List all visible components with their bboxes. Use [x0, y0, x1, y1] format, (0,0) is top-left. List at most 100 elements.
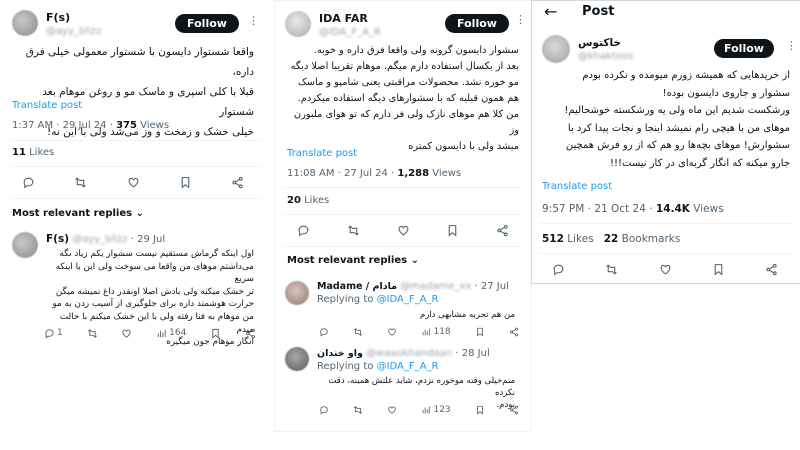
reply-reply-button[interactable]: 1: [44, 328, 63, 339]
reply-views[interactable]: 164: [156, 328, 186, 339]
reply-action-bar: 118: [319, 325, 519, 339]
reply-text-line: منم‌خیلی وقته موخوره نزدم، شاید علتش همی…: [328, 376, 515, 398]
retweet-icon[interactable]: [87, 328, 98, 339]
reply-author-handle[interactable]: @ayy_blizz: [72, 234, 127, 245]
reply-views[interactable]: 118: [421, 327, 451, 337]
bookmark-icon[interactable]: [179, 176, 192, 189]
follow-button[interactable]: Follow: [445, 14, 509, 33]
author-handle[interactable]: @ayy_blizz: [46, 26, 101, 37]
retweet-icon[interactable]: [347, 224, 360, 237]
reply-icon[interactable]: [297, 224, 310, 237]
reply-text-line: تر خشک میکنه ولی بادش اصلا اونقدر داغ نم…: [55, 286, 254, 297]
more-icon[interactable]: ⋮: [515, 13, 526, 26]
translate-post-link[interactable]: Translate post: [12, 100, 82, 111]
back-arrow-icon[interactable]: ←: [544, 2, 557, 21]
share-icon[interactable]: [509, 405, 519, 415]
tweet-text-line: سشوارش! موهای بچه‌ها رو هم که از رو فرش …: [565, 140, 790, 151]
views-icon: [423, 328, 431, 336]
reply-author-handle[interactable]: @waaokhandaan: [366, 348, 452, 359]
bookmarks-stat[interactable]: 22 Bookmarks: [604, 233, 681, 245]
reply-date[interactable]: · 27 Jul: [475, 281, 509, 292]
reply-avatar[interactable]: [12, 232, 38, 258]
divider: [283, 187, 523, 188]
likes-stat[interactable]: 11 Likes: [12, 147, 54, 158]
replies-sort-dropdown[interactable]: Most relevant replies ⌄: [287, 255, 419, 266]
reply-views-count: 164: [169, 328, 187, 338]
post-meta: 1:37 AM · 29 Jul 24 · 375 Views: [12, 120, 169, 131]
replies-sort-dropdown[interactable]: Most relevant replies ⌄: [12, 208, 144, 219]
bookmark-icon[interactable]: [446, 224, 459, 237]
bookmark-icon[interactable]: [712, 263, 725, 276]
reply-date[interactable]: · 28 Jul: [455, 348, 489, 359]
author-name[interactable]: خاکتوس: [578, 37, 621, 49]
likes-label: Likes: [25, 147, 55, 158]
share-icon[interactable]: [245, 328, 256, 339]
avatar[interactable]: [12, 10, 38, 36]
like-icon[interactable]: [659, 263, 672, 276]
replies-sort-label: Most relevant replies: [287, 255, 408, 266]
more-icon[interactable]: ⋮: [786, 39, 797, 52]
like-icon[interactable]: [397, 224, 410, 237]
reply-author-name[interactable]: F(s): [46, 233, 69, 245]
reply-text-line: حرارت هوشمند داره برای جلوگیری از آسیب ز…: [52, 299, 254, 310]
reply-author-name[interactable]: Madame / مادام: [317, 281, 397, 292]
reply-icon[interactable]: [319, 327, 329, 337]
likes-stat[interactable]: 20 Likes: [287, 195, 329, 206]
post-time[interactable]: 11:08 AM · 27 Jul 24 ·: [287, 168, 397, 179]
reply-views[interactable]: 123: [421, 405, 451, 415]
retweet-icon[interactable]: [605, 263, 618, 276]
reply-views-count: 118: [433, 327, 451, 337]
tweet-text-line: ورشکست شدیم این ماه ولی یه ورشکسته خوشحا…: [564, 105, 790, 116]
reply-avatar[interactable]: [285, 281, 309, 305]
author-name[interactable]: IDA FAR: [319, 12, 368, 25]
likes-stat[interactable]: 512 Likes: [542, 233, 594, 245]
likes-count: 512: [542, 233, 564, 245]
author-handle[interactable]: @khaktoos: [578, 51, 633, 62]
post-meta: 11:08 AM · 27 Jul 24 · 1,288 Views: [287, 168, 461, 179]
reply-avatar[interactable]: [285, 347, 309, 371]
like-icon[interactable]: [127, 176, 140, 189]
views-count: 1,288: [397, 168, 430, 179]
avatar[interactable]: [542, 35, 570, 63]
retweet-icon[interactable]: [353, 405, 363, 415]
post-meta: 9:57 PM · 21 Oct 24 · 14.4K Views: [542, 203, 724, 215]
post-time[interactable]: 1:37 AM · 29 Jul 24 ·: [12, 120, 116, 131]
post-time[interactable]: 9:57 PM · 21 Oct 24 ·: [542, 203, 656, 215]
retweet-icon[interactable]: [74, 176, 87, 189]
more-icon[interactable]: ⋮: [248, 14, 259, 27]
tweet-text-line: از خریدهایی که همیشه زورم میومده و نکرده…: [582, 70, 790, 81]
chevron-down-icon: ⌄: [410, 255, 419, 266]
reply-author-name[interactable]: واو خندان: [317, 348, 363, 359]
reply-icon[interactable]: [552, 263, 565, 276]
translate-post-link[interactable]: Translate post: [542, 181, 612, 192]
reply-header: Madame / مادام @madame_xx · 27 Jul: [317, 281, 509, 292]
author-name[interactable]: F(s): [46, 11, 70, 24]
like-icon[interactable]: [387, 327, 397, 337]
share-icon[interactable]: [231, 176, 244, 189]
views-icon: [158, 329, 166, 337]
like-icon[interactable]: [387, 405, 397, 415]
translate-post-link[interactable]: Translate post: [287, 148, 357, 159]
bookmark-icon[interactable]: [475, 327, 485, 337]
likes-count: 11: [12, 147, 26, 158]
avatar[interactable]: [285, 11, 311, 37]
bookmark-icon[interactable]: [210, 328, 221, 339]
replying-to-handle[interactable]: @IDA_F_A_R: [377, 294, 439, 305]
like-icon[interactable]: [121, 328, 132, 339]
share-icon[interactable]: [765, 263, 778, 276]
share-icon[interactable]: [509, 327, 519, 337]
replying-to-prefix: Replying to: [317, 361, 377, 372]
reply-icon[interactable]: [319, 405, 329, 415]
retweet-icon[interactable]: [353, 327, 363, 337]
author-handle[interactable]: @IDA_F_A_R: [319, 27, 381, 38]
divider: [10, 198, 260, 199]
follow-button[interactable]: Follow: [175, 14, 239, 33]
reply-date[interactable]: · 29 Jul: [131, 234, 165, 245]
bookmark-icon[interactable]: [475, 405, 485, 415]
follow-button[interactable]: Follow: [714, 39, 774, 58]
reply-author-handle[interactable]: @madame_xx: [400, 281, 471, 292]
reply-icon[interactable]: [22, 176, 35, 189]
replying-to-handle[interactable]: @IDA_F_A_R: [377, 361, 439, 372]
share-icon[interactable]: [496, 224, 509, 237]
tweet-panel-1: F(s) @ayy_blizz Follow ⋮ واقعا شستوار دا…: [0, 0, 268, 450]
